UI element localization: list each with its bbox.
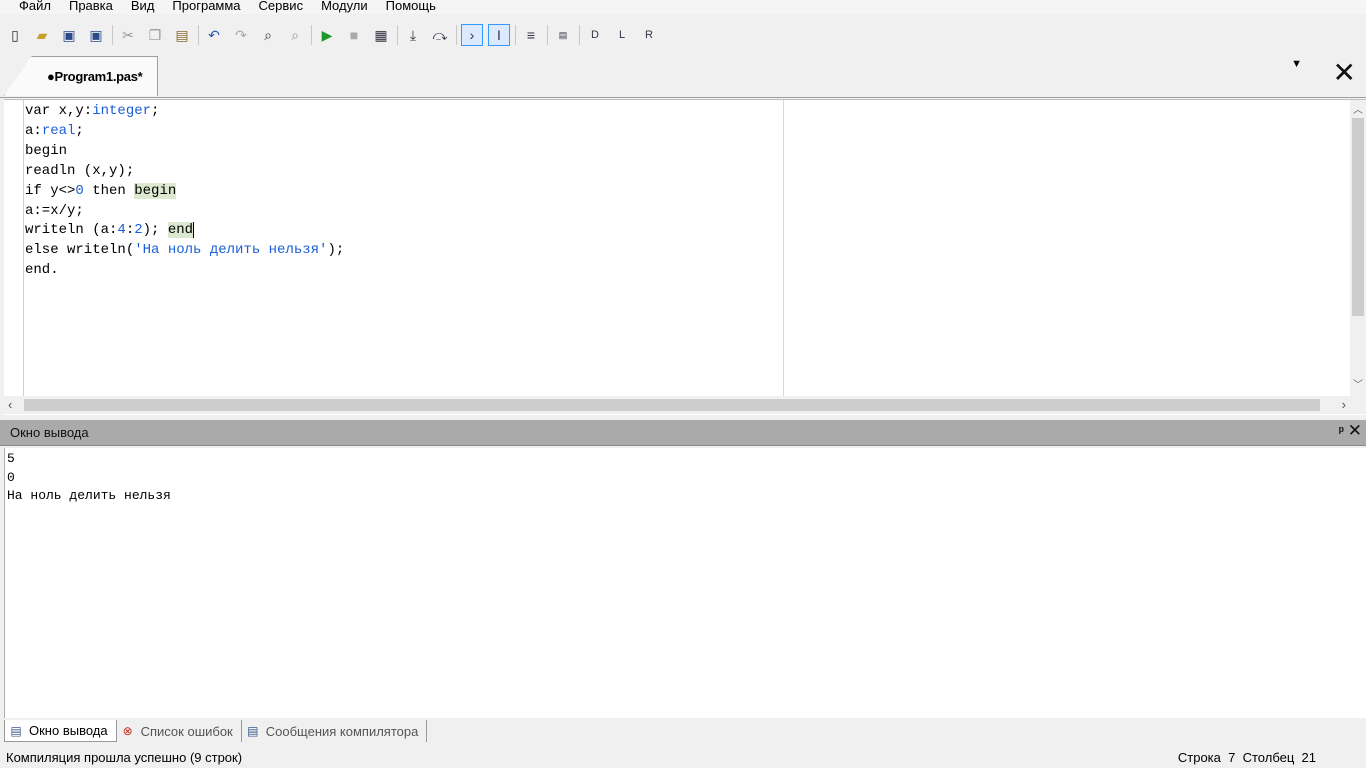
redo-icon[interactable]: ↷: [230, 24, 252, 46]
code-line-9: end.: [25, 262, 59, 279]
tab-output-window[interactable]: ▤ Окно вывода: [4, 720, 117, 742]
code-line-3: begin: [25, 142, 68, 159]
scroll-right-icon[interactable]: ›: [1342, 397, 1346, 412]
output-line: 5: [7, 451, 15, 466]
open-folder-icon[interactable]: ▰: [31, 24, 53, 46]
status-bar: Компиляция прошла успешно (9 строк) Стро…: [0, 746, 1366, 768]
scroll-left-icon[interactable]: ‹: [8, 397, 12, 412]
text-caret: end: [167, 222, 195, 239]
module-r-icon[interactable]: R: [638, 24, 660, 46]
step-into-icon[interactable]: ⤓: [402, 24, 424, 46]
code-line-4: readln (x,y);: [25, 162, 135, 179]
toolbar-separator: [579, 25, 580, 45]
new-file-icon[interactable]: ▯: [4, 24, 26, 46]
save-all-icon[interactable]: ▣: [85, 24, 107, 46]
code-line-1: var x,y:integer;: [25, 103, 160, 119]
code-template-icon[interactable]: ▤: [552, 24, 574, 46]
module-l-icon[interactable]: L: [611, 24, 633, 46]
menu-edit[interactable]: Правка: [69, 0, 125, 12]
menu-file[interactable]: Файл: [19, 0, 63, 12]
menu-service[interactable]: Сервис: [259, 0, 316, 12]
save-icon[interactable]: ▣: [58, 24, 80, 46]
toolbar-separator: [547, 25, 548, 45]
tab-error-list[interactable]: ⊗ Список ошибок: [117, 720, 242, 742]
output-line: На ноль делить нельзя: [7, 488, 171, 504]
menu-program[interactable]: Программа: [172, 0, 252, 12]
close-panel-icon[interactable]: ✕: [1348, 421, 1362, 441]
find-icon[interactable]: ⌕: [257, 24, 279, 46]
output-panel-header: Окно вывода ᵖ ✕: [0, 420, 1366, 446]
debug-icon[interactable]: ▦: [370, 24, 392, 46]
toolbar-separator: [311, 25, 312, 45]
console-icon[interactable]: ›: [461, 24, 483, 46]
right-margin-line: [783, 100, 784, 396]
scroll-down-icon[interactable]: ﹀: [1353, 376, 1363, 391]
output-window[interactable]: 5 0 На ноль делить нельзя: [4, 448, 1366, 718]
output-panel-title: Окно вывода: [10, 425, 89, 440]
tab-compiler-messages[interactable]: ▤ Сообщения компилятора: [242, 720, 428, 742]
output-toggle-icon[interactable]: I: [488, 24, 510, 46]
stop-icon[interactable]: ■: [343, 24, 365, 46]
compiler-messages-icon: ▤: [247, 724, 259, 738]
cut-icon[interactable]: ✂: [117, 24, 139, 46]
toolbar-separator: [198, 25, 199, 45]
output-window-icon: ▤: [10, 723, 22, 738]
toolbar-separator: [456, 25, 457, 45]
run-icon[interactable]: ▶: [316, 24, 338, 46]
tab-program1[interactable]: ●Program1.pas*: [4, 56, 158, 96]
status-message: Компиляция прошла успешно (9 строк): [6, 749, 243, 765]
toolbar: ▯ ▰ ▣ ▣ ✂ ❐ ▤ ↶ ↷ ⌕ ⌕ ▶ ■ ▦ ⤓ ⤼ › I ≡ ▤ …: [0, 20, 1366, 50]
error-list-icon: ⊗: [122, 724, 133, 738]
editor-gutter: [4, 100, 24, 396]
find-next-icon[interactable]: ⌕: [284, 24, 306, 46]
code-line-6: a:=x/y;: [25, 202, 84, 219]
menu-bar: Файл Правка Вид Программа Сервис Модули …: [0, 0, 1366, 14]
code-text[interactable]: var x,y:integer; a:real; begin readln (x…: [25, 102, 783, 396]
tab-list-dropdown-icon[interactable]: ▼: [1291, 58, 1302, 70]
module-d-icon[interactable]: D: [584, 24, 606, 46]
close-tab-icon[interactable]: ✕: [1333, 56, 1356, 90]
vertical-scroll-thumb[interactable]: [1352, 118, 1364, 316]
toolbar-separator: [515, 25, 516, 45]
pascalabc-window: Файл Правка Вид Программа Сервис Модули …: [0, 0, 1366, 768]
code-line-7: writeln (a:4:2); end: [25, 222, 195, 239]
menu-help[interactable]: Помощь: [386, 0, 448, 12]
editor-vertical-scrollbar[interactable]: ︿ ﹀: [1350, 100, 1366, 396]
paste-icon[interactable]: ▤: [171, 24, 193, 46]
toolbar-separator: [397, 25, 398, 45]
menu-modules[interactable]: Модули: [321, 0, 380, 12]
horizontal-scroll-thumb[interactable]: [24, 399, 1320, 411]
scroll-up-icon[interactable]: ︿: [1353, 101, 1363, 116]
cursor-position: Строка 7 Столбец 21: [1177, 750, 1316, 765]
document-tabstrip: ●Program1.pas* ▼ ✕: [0, 52, 1366, 98]
copy-icon[interactable]: ❐: [144, 24, 166, 46]
code-line-8: else writeln('На ноль делить нельзя');: [25, 242, 345, 259]
bottom-panel-tabs: ▤ Окно вывода ⊗ Список ошибок ▤ Сообщени…: [0, 719, 1366, 743]
editor-horizontal-scrollbar[interactable]: ‹ ›: [0, 396, 1366, 414]
undo-icon[interactable]: ↶: [203, 24, 225, 46]
menu-view[interactable]: Вид: [131, 0, 167, 12]
code-line-2: a:real;: [25, 122, 84, 139]
format-icon[interactable]: ≡: [520, 24, 542, 46]
code-line-5: if y<>0 then begin: [25, 182, 177, 199]
output-line: 0: [7, 469, 15, 485]
code-editor[interactable]: var x,y:integer; a:real; begin readln (x…: [0, 99, 1366, 415]
pin-icon[interactable]: ᵖ: [1339, 423, 1344, 438]
toolbar-separator: [112, 25, 113, 45]
step-over-icon[interactable]: ⤼: [429, 24, 451, 46]
